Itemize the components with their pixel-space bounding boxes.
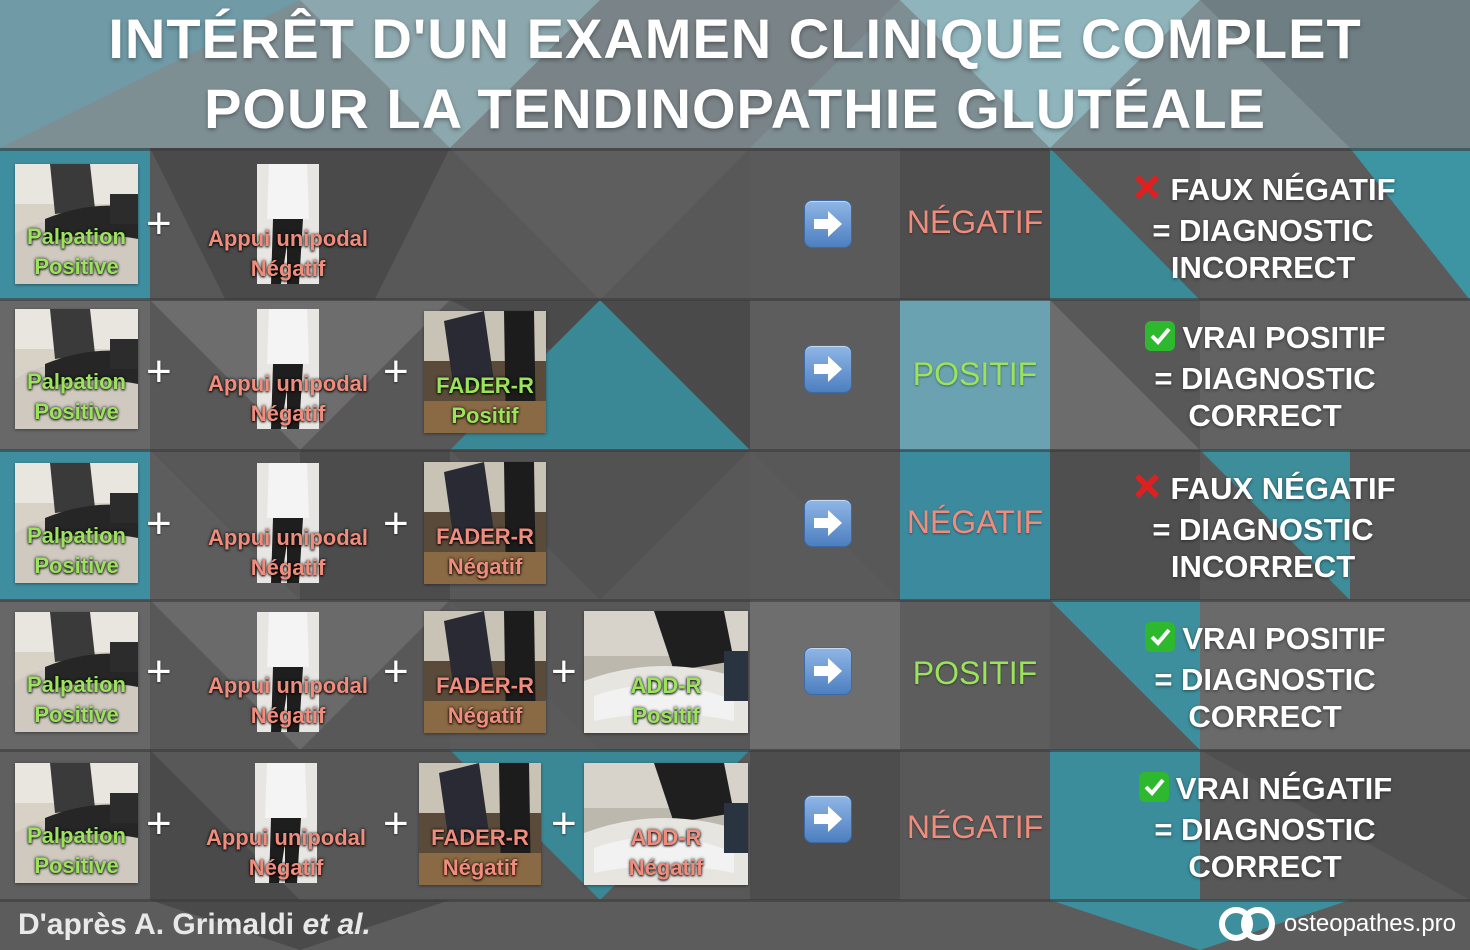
plus-sign: + <box>551 799 577 848</box>
palpation-label: Palpation Positive <box>26 369 126 424</box>
brand-name: osteopathes.pro <box>1283 910 1456 937</box>
palpation-photo: Palpation Positive <box>15 164 138 284</box>
add-label: ADD-R Positif <box>630 673 702 728</box>
result-text: POSITIF <box>912 356 1038 392</box>
credit-text: D'après A. Grimaldi et al. <box>18 908 371 941</box>
add-photo: ADD-R Négatif <box>584 763 748 885</box>
palpation-photo: Palpation Positive <box>15 612 138 732</box>
appui-label: Appui unipodal Négatif <box>207 226 369 281</box>
right-arrow-icon <box>804 200 852 248</box>
palpation-photo: Palpation Positive <box>15 309 138 429</box>
row-separator <box>0 899 1470 902</box>
palpation-photo: Palpation Positive <box>15 463 138 583</box>
plus-sign: + <box>146 347 172 396</box>
right-arrow-icon <box>804 345 852 393</box>
palpation-photo: Palpation Positive <box>15 763 138 883</box>
header: INTÉRÊT D'UN EXAMEN CLINIQUE COMPLET POU… <box>0 0 1470 148</box>
verdict: VRAI NÉGATIF = DIAGNOSTIC CORRECT <box>1100 770 1430 885</box>
test-row-2: Palpation Positive + Appui unipodal Négati… <box>0 300 1470 448</box>
right-arrow-icon <box>804 499 852 547</box>
right-arrow-icon <box>804 795 852 843</box>
result-text: NÉGATIF <box>906 504 1044 540</box>
fader-photo: FADER-R Négatif <box>424 462 546 584</box>
fader-photo: FADER-R Négatif <box>424 611 546 733</box>
test-row-4: Palpation Positive + Appui unipodal Négati… <box>0 601 1470 749</box>
appui-label: Appui unipodal Négatif <box>207 673 369 728</box>
test-row-1: Palpation Positive + Appui unipodal Négati… <box>0 150 1470 298</box>
palpation-label: Palpation Positive <box>26 672 126 727</box>
result-text: POSITIF <box>912 655 1038 691</box>
plus-sign: + <box>146 647 172 696</box>
result-text: NÉGATIF <box>906 204 1044 240</box>
checkmark-icon <box>1138 771 1170 811</box>
checkmark-icon <box>1144 621 1176 661</box>
fader-label: FADER-R Positif <box>436 373 534 428</box>
verdict: FAUX NÉGATIF = DIAGNOSTIC INCORRECT <box>1098 469 1428 585</box>
appui-label: Appui unipodal Négatif <box>207 525 369 580</box>
palpation-label: Palpation Positive <box>26 523 126 578</box>
title-line-1: INTÉRÊT D'UN EXAMEN CLINIQUE COMPLET <box>108 7 1362 70</box>
plus-sign: + <box>383 799 409 848</box>
plus-sign: + <box>146 199 172 248</box>
result-text: NÉGATIF <box>906 809 1044 845</box>
add-label: ADD-R Négatif <box>628 825 704 880</box>
title-line-2: POUR LA TENDINOPATHIE GLUTÉALE <box>204 77 1266 140</box>
appui-label: Appui unipodal Négatif <box>207 371 369 426</box>
palpation-label: Palpation Positive <box>26 224 126 279</box>
brand-logo-icon <box>1218 907 1275 941</box>
plus-sign: + <box>383 647 409 696</box>
verdict: VRAI POSITIF = DIAGNOSTIC CORRECT <box>1100 319 1430 434</box>
right-arrow-icon <box>804 647 852 695</box>
checkmark-icon <box>1144 320 1176 360</box>
plus-sign: + <box>383 499 409 548</box>
brand[interactable]: osteopathes.pro <box>1218 903 1456 945</box>
plus-sign: + <box>146 499 172 548</box>
test-row-3: Palpation Positive + Appui unipodal Négati… <box>0 451 1470 599</box>
fader-label: FADER-R Négatif <box>431 825 529 880</box>
palpation-label: Palpation Positive <box>26 823 126 878</box>
cross-icon <box>1130 469 1164 511</box>
verdict: VRAI POSITIF = DIAGNOSTIC CORRECT <box>1100 620 1430 735</box>
plus-sign: + <box>383 347 409 396</box>
plus-sign: + <box>551 647 577 696</box>
fader-photo: FADER-R Négatif <box>419 763 541 885</box>
fader-label: FADER-R Négatif <box>436 524 534 579</box>
cross-icon <box>1130 170 1164 212</box>
fader-label: FADER-R Négatif <box>436 673 534 728</box>
test-row-5: Palpation Positive + Appui unipodal Négati… <box>0 751 1470 899</box>
plus-sign: + <box>146 799 172 848</box>
appui-label: Appui unipodal Négatif <box>205 825 367 880</box>
verdict: FAUX NÉGATIF = DIAGNOSTIC INCORRECT <box>1098 170 1428 286</box>
fader-photo: FADER-R Positif <box>424 311 546 433</box>
add-photo: ADD-R Positif <box>584 611 748 733</box>
